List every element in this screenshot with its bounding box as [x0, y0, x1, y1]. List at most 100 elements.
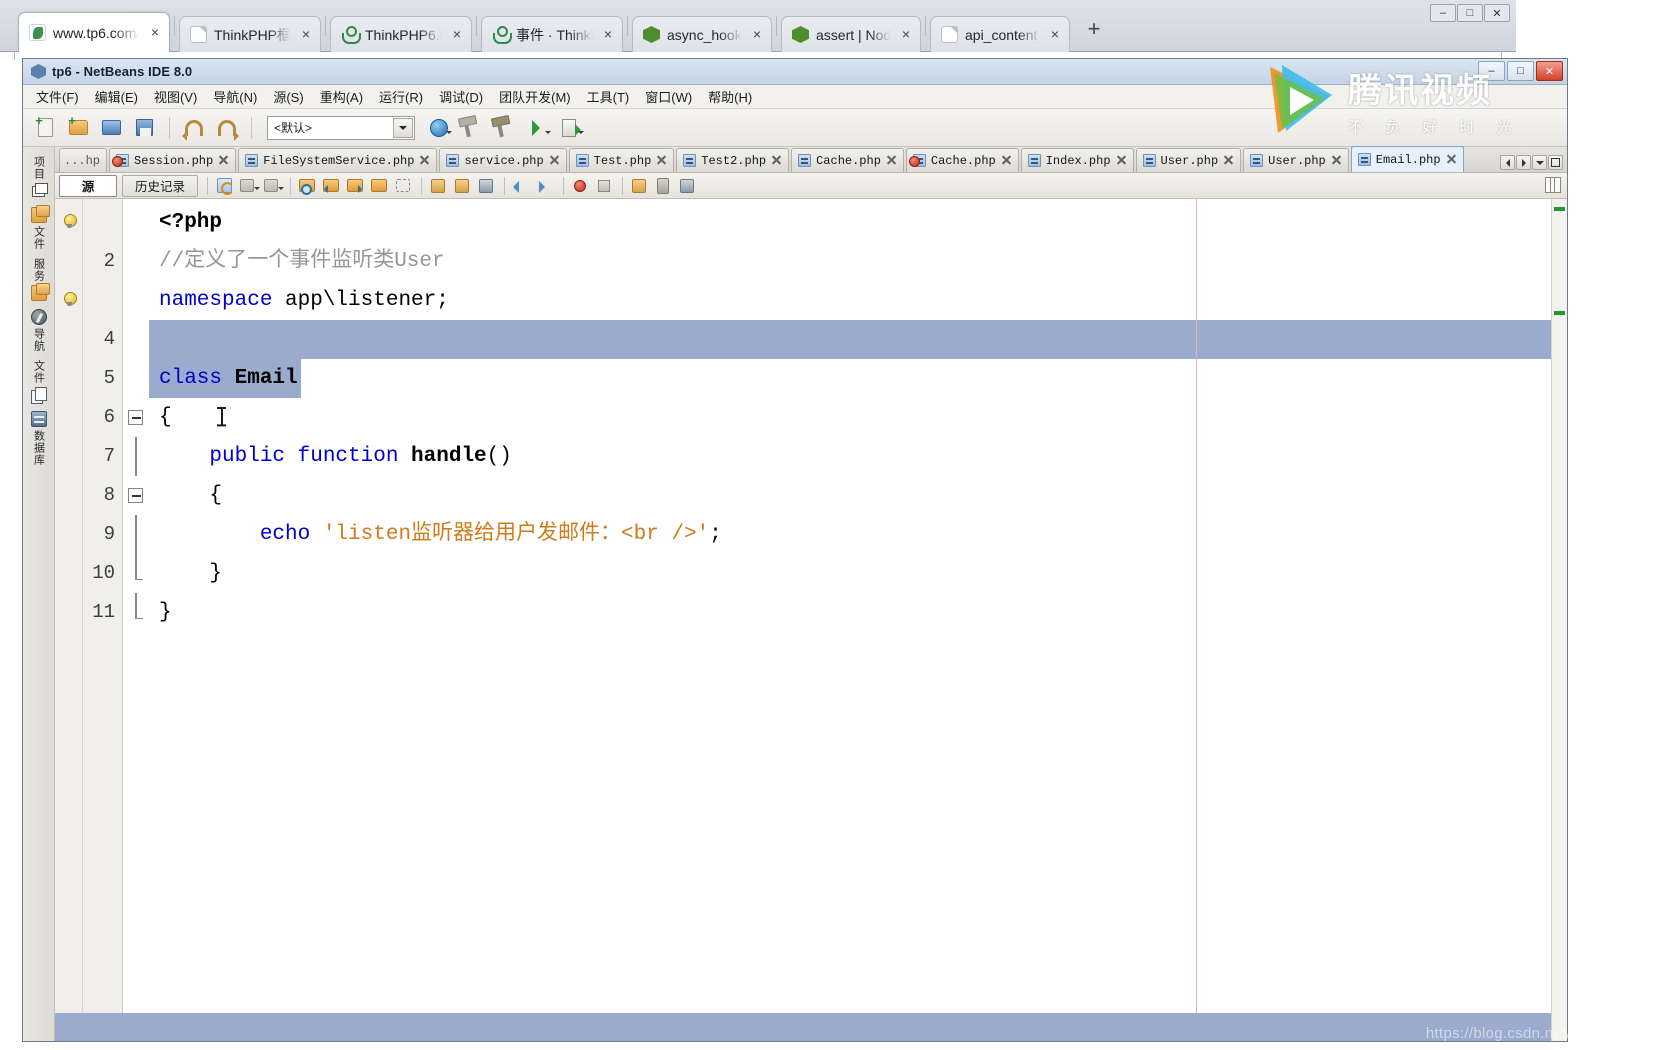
file-tab-close-button[interactable] [1116, 155, 1127, 166]
file-tab-close-button[interactable] [1001, 155, 1012, 166]
code-line[interactable]: { [159, 398, 172, 437]
file-tab[interactable]: service.php [439, 148, 567, 172]
file-tab-close-button[interactable] [1223, 155, 1234, 166]
browser-tab[interactable]: api_content_tps × [930, 16, 1070, 52]
code-line[interactable]: { [159, 476, 222, 515]
file-tab-close-button[interactable] [419, 155, 430, 166]
code-line[interactable]: } [159, 554, 222, 593]
previous-bookmark-button[interactable] [511, 176, 533, 196]
browser-tab[interactable]: 事件 · ThinkPHP6 × [481, 16, 623, 52]
stop-button[interactable] [594, 176, 616, 196]
scroll-tabs-left-button[interactable] [1500, 155, 1515, 170]
toggle-highlight-button[interactable] [369, 176, 391, 196]
find-previous-button[interactable] [321, 176, 343, 196]
tab-history[interactable]: 历史记录 [122, 174, 199, 197]
fold-collapse-icon[interactable] [128, 410, 143, 425]
dock-button-4[interactable]: 导航 [25, 306, 53, 355]
code-line[interactable]: <?php [159, 203, 222, 242]
run-project-button[interactable] [523, 113, 553, 143]
file-tab[interactable]: User.php [1243, 148, 1349, 172]
dock-button-5[interactable]: 文件 [25, 357, 53, 406]
ide-close-button[interactable]: ✕ [1536, 61, 1563, 81]
file-tab[interactable]: ...hp [59, 148, 107, 172]
menu-item-5[interactable]: 源(S) [266, 84, 310, 109]
dock-button-1[interactable]: 项目 [25, 153, 53, 202]
inspect-hierarchy-button[interactable] [653, 176, 675, 196]
browser-tab[interactable]: ThinkPHP6.0RC2 × [330, 16, 472, 52]
next-bookmark-button[interactable] [535, 176, 557, 196]
browser-maximize-button[interactable]: □ [1457, 4, 1483, 22]
open-project-button[interactable] [97, 113, 127, 143]
last-edit-forward-button[interactable] [262, 176, 285, 196]
toggle-breakpoint-button[interactable] [570, 176, 592, 196]
file-tab[interactable]: Test2.php [676, 148, 790, 172]
configuration-dropdown-button[interactable] [393, 117, 413, 138]
browser-tab-close-button[interactable]: × [449, 26, 465, 43]
menu-item-2[interactable]: 编辑(E) [88, 84, 145, 109]
new-file-button[interactable]: + [31, 113, 61, 143]
glyph-gutter[interactable] [55, 199, 83, 1041]
find-selection-button[interactable] [297, 176, 319, 196]
comment-button[interactable] [677, 176, 699, 196]
save-all-button[interactable] [130, 113, 160, 143]
project-configuration-combo[interactable]: <默认> [267, 115, 415, 140]
maximize-editor-button[interactable] [1548, 155, 1563, 170]
start-macro-recording-button[interactable] [476, 176, 498, 196]
build-project-button[interactable] [457, 113, 487, 143]
new-project-button[interactable]: + [64, 113, 94, 143]
browser-tab-close-button[interactable]: × [298, 26, 314, 43]
browser-close-button[interactable]: ✕ [1484, 4, 1510, 22]
hint-bulb-icon[interactable] [63, 214, 77, 230]
code-line[interactable]: class Email [159, 359, 298, 398]
code-line[interactable]: //定义了一个事件监听类User [159, 242, 445, 281]
editor-vertical-scrollbar[interactable] [1551, 199, 1567, 1041]
last-edit-back-button[interactable] [238, 176, 261, 196]
file-tab[interactable]: Test.php [568, 148, 675, 172]
inspect-members-button[interactable] [629, 176, 651, 196]
menu-item-12[interactable]: 帮助(H) [701, 84, 759, 109]
new-tab-button[interactable]: + [1080, 15, 1108, 45]
menu-item-3[interactable]: 视图(V) [147, 84, 204, 109]
toggle-grid-button[interactable] [1545, 177, 1561, 193]
browser-tab[interactable]: ThinkPHP框架 | × [179, 16, 321, 52]
browser-minimize-button[interactable]: – [1430, 4, 1456, 22]
menu-item-6[interactable]: 重构(A) [313, 84, 370, 109]
browser-tab[interactable]: async_hooks | N × [632, 16, 772, 52]
file-tab-close-button[interactable] [886, 155, 897, 166]
file-tab-close-button[interactable] [1446, 154, 1457, 165]
browser-select-button[interactable] [424, 113, 454, 143]
shift-left-button[interactable] [428, 176, 450, 196]
fold-collapse-icon[interactable] [128, 488, 143, 503]
browser-tab[interactable]: www.tp6.com/in × [18, 12, 170, 52]
menu-item-9[interactable]: 团队开发(M) [492, 84, 578, 109]
file-tab-close-button[interactable] [1331, 155, 1342, 166]
code-line[interactable]: namespace app\listener; [159, 281, 449, 320]
code-line[interactable]: public function handle() [159, 437, 511, 476]
scroll-tabs-right-button[interactable] [1516, 155, 1531, 170]
browser-tab-close-button[interactable]: × [147, 24, 163, 41]
code-line[interactable]: echo 'listen监听器给用户发邮件：<br />'; [159, 515, 722, 554]
annotation-mark[interactable] [1554, 207, 1565, 211]
clean-build-button[interactable] [490, 113, 520, 143]
menu-item-1[interactable]: 文件(F) [29, 84, 86, 109]
browser-tab[interactable]: assert | Node.js × [781, 16, 921, 52]
ide-maximize-button[interactable]: □ [1507, 61, 1534, 81]
file-tab[interactable]: Cache.php [791, 148, 904, 172]
browser-tab-close-button[interactable]: × [898, 26, 914, 43]
file-tab[interactable]: FileSystemService.php [238, 148, 438, 172]
browser-tab-close-button[interactable]: × [749, 26, 765, 43]
dock-button-2[interactable]: 文件 [25, 204, 53, 253]
menu-item-11[interactable]: 窗口(W) [638, 84, 699, 109]
code-line[interactable]: } [159, 593, 172, 632]
dock-button-6[interactable]: 数据库 [25, 408, 53, 469]
debug-project-button[interactable] [556, 113, 586, 143]
refresh-button[interactable] [214, 176, 236, 196]
file-tab[interactable]: Session.php [109, 148, 237, 172]
code-folding-gutter[interactable] [123, 199, 149, 1041]
menu-item-7[interactable]: 运行(R) [372, 84, 430, 109]
file-tab[interactable]: User.php [1135, 148, 1242, 172]
file-tab-close-button[interactable] [656, 155, 667, 166]
hint-bulb-icon[interactable] [63, 292, 77, 308]
file-tab[interactable]: Index.php [1020, 148, 1134, 172]
file-tab[interactable]: Email.php [1350, 146, 1464, 172]
